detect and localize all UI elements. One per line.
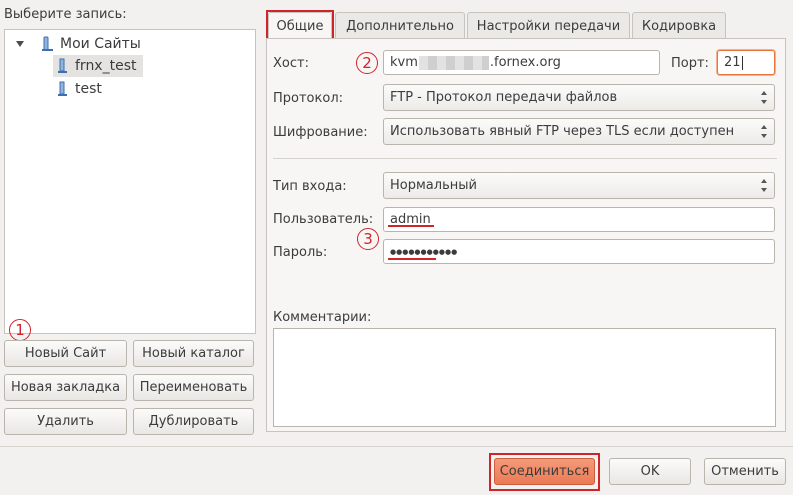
expander-triangle-icon[interactable]: [15, 39, 25, 49]
select-arrows-icon: [761, 179, 767, 192]
cancel-button[interactable]: Отменить: [704, 458, 786, 485]
tree-item-test[interactable]: test: [53, 78, 102, 100]
tab-charset[interactable]: Кодировка: [632, 12, 726, 39]
login-type-select[interactable]: Нормальный: [383, 172, 775, 199]
select-arrows-icon: [761, 125, 767, 138]
port-label: Порт:: [671, 56, 709, 71]
password-value: ●●●●●●●●●●●: [390, 247, 458, 256]
folder-icon: [42, 36, 53, 51]
tree-root-label: Мои Сайты: [60, 36, 141, 52]
annotation-box-connect: [489, 453, 600, 491]
footer-divider: [0, 446, 793, 447]
tree-item-label: frnx_test: [75, 58, 137, 74]
host-input[interactable]: kvm .fornex.org: [383, 50, 660, 75]
port-value: 21: [724, 55, 741, 70]
encryption-select[interactable]: Использовать явный FTP через TLS если до…: [383, 118, 775, 145]
new-bookmark-button[interactable]: Новая закладка: [4, 374, 127, 401]
password-label: Пароль:: [273, 245, 328, 260]
tree-item-label: test: [75, 81, 102, 97]
site-icon: [58, 81, 67, 96]
protocol-select[interactable]: FTP - Протокол передачи файлов: [383, 84, 775, 111]
form-divider: [273, 158, 777, 159]
site-tree[interactable]: Мои Сайты frnx_test test: [4, 29, 256, 334]
encryption-label: Шифрование:: [273, 125, 368, 140]
new-site-button[interactable]: Новый Сайт: [4, 340, 127, 367]
tab-advanced[interactable]: Дополнительно: [335, 12, 465, 39]
rename-button[interactable]: Переименовать: [133, 374, 254, 401]
delete-button[interactable]: Удалить: [4, 408, 127, 435]
annotation-underline-password: [388, 258, 436, 260]
user-input[interactable]: admin: [383, 207, 775, 232]
comments-textarea[interactable]: [273, 328, 776, 427]
user-label: Пользователь:: [273, 212, 374, 227]
tab-transfer-settings[interactable]: Настройки передачи: [467, 12, 630, 39]
comments-label: Комментарии:: [273, 310, 372, 325]
site-list-title: Выберите запись:: [4, 7, 127, 22]
encryption-value: Использовать явный FTP через TLS если до…: [390, 124, 735, 139]
select-arrows-icon: [761, 91, 767, 104]
host-blur-mask: [418, 55, 489, 70]
protocol-value: FTP - Протокол передачи файлов: [390, 90, 618, 105]
annotation-marker-1: 1: [9, 319, 31, 341]
annotation-marker-3: 3: [357, 228, 379, 250]
duplicate-button[interactable]: Дублировать: [133, 408, 254, 435]
host-prefix: kvm: [390, 55, 418, 70]
new-folder-button[interactable]: Новый каталог: [133, 340, 254, 367]
port-input[interactable]: 21: [717, 50, 775, 75]
password-input[interactable]: ●●●●●●●●●●●: [383, 239, 775, 264]
tree-root-row[interactable]: Мои Сайты: [15, 33, 141, 55]
protocol-label: Протокол:: [273, 91, 344, 106]
login-type-value: Нормальный: [390, 178, 477, 193]
annotation-underline-user: [388, 225, 434, 227]
annotation-marker-2: 2: [356, 52, 378, 74]
login-type-label: Тип входа:: [273, 179, 347, 194]
tree-item-frnx-test[interactable]: frnx_test: [53, 55, 143, 77]
text-cursor: [741, 55, 743, 70]
site-icon: [58, 58, 67, 73]
ok-button[interactable]: OK: [609, 458, 691, 485]
host-suffix: .fornex.org: [489, 55, 561, 70]
host-label: Хост:: [273, 56, 309, 71]
